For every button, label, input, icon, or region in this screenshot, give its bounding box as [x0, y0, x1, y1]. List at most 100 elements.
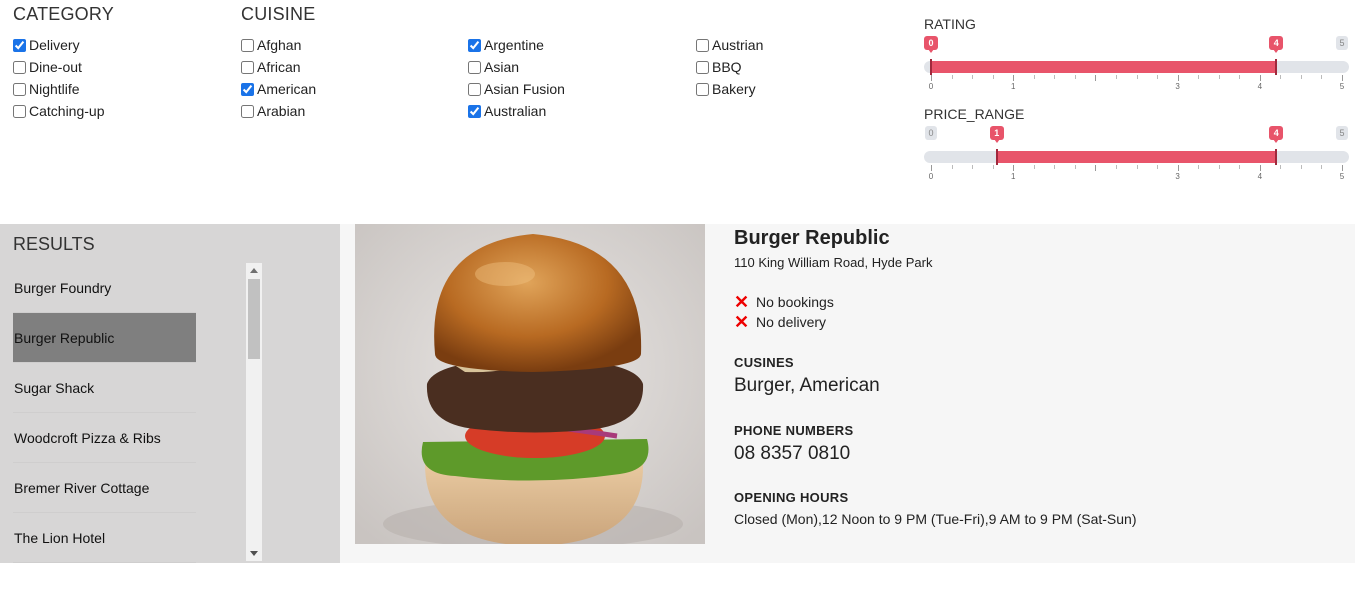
rating-tick [1239, 75, 1241, 79]
checkbox-input-afghan[interactable] [241, 38, 254, 52]
checkbox-input-asian-fusion[interactable] [468, 82, 481, 96]
restaurant-address: 110 King William Road, Hyde Park [734, 255, 933, 270]
price_range-tick [1218, 165, 1220, 169]
result-item-bremer-river-cottage[interactable]: Bremer River Cottage [13, 463, 196, 513]
price-range-slider[interactable]: PRICE_RANGE 0 1 4 5 0 1 3 4 5 [924, 106, 1349, 181]
checkbox-input-dine-out[interactable] [13, 60, 26, 74]
restaurant-name: Burger Republic [734, 227, 890, 249]
price_range-high-handle[interactable] [1275, 149, 1278, 165]
phone-value: 08 8357 0810 [734, 443, 851, 464]
restaurant-photo [355, 224, 705, 544]
checkbox-label: American [257, 81, 317, 97]
rating-tick [951, 75, 953, 79]
price_range-tick [1177, 165, 1179, 171]
scroll-down-arrow-icon[interactable] [250, 551, 258, 556]
result-item-sugar-shack[interactable]: Sugar Shack [13, 363, 196, 413]
checkbox-input-argentine[interactable] [468, 38, 481, 52]
checkbox-catching-up[interactable]: Catching-up [13, 100, 105, 122]
checkbox-input-nightlife[interactable] [13, 82, 26, 96]
checkbox-american[interactable]: American [241, 78, 316, 100]
rating-high-handle[interactable] [1275, 59, 1278, 75]
price_range-tick-label: 3 [1175, 172, 1180, 181]
cuisines-heading: CUSINES [734, 355, 794, 370]
checkbox-australian[interactable]: Australian [468, 100, 546, 122]
scroll-up-arrow-icon[interactable] [250, 268, 258, 273]
checkbox-label: Catching-up [29, 103, 105, 119]
price_range-tick [972, 165, 974, 169]
checkbox-bbq[interactable]: BBQ [696, 56, 742, 78]
rating-tick [1259, 75, 1261, 81]
result-item-woodcroft-pizza-ribs[interactable]: Woodcroft Pizza & Ribs [13, 413, 196, 463]
rating-fill [931, 61, 1277, 73]
checkbox-label: BBQ [712, 59, 742, 75]
rating-tick [1115, 75, 1117, 79]
checkbox-afghan[interactable]: Afghan [241, 34, 301, 56]
result-item-burger-foundry[interactable]: Burger Foundry [13, 263, 196, 313]
checkbox-african[interactable]: African [241, 56, 301, 78]
checkbox-austrian[interactable]: Austrian [696, 34, 763, 56]
scroll-thumb[interactable] [248, 279, 260, 359]
rating-tick-label: 3 [1175, 82, 1180, 91]
results-title: RESULTS [13, 234, 95, 254]
checkbox-asian[interactable]: Asian [468, 56, 519, 78]
result-item-burger-republic[interactable]: Burger Republic [13, 313, 196, 363]
rating-tick [1136, 75, 1138, 79]
price_range-tick [1054, 165, 1056, 169]
price_range-tick [1321, 165, 1323, 169]
no-delivery-flag: ✕ No delivery [734, 313, 826, 331]
rating-tick [931, 75, 932, 81]
rating-low-handle[interactable] [930, 59, 932, 75]
checkbox-input-delivery[interactable] [13, 38, 26, 52]
checkbox-dine-out[interactable]: Dine-out [13, 56, 82, 78]
results-scrollbar[interactable] [246, 263, 262, 561]
price_range-tick-label: 1 [1010, 172, 1016, 181]
rating-tick-label: 4 [1257, 82, 1263, 91]
checkbox-input-australian[interactable] [468, 104, 481, 118]
rating-tick [1198, 75, 1200, 79]
price_range-tick [1033, 165, 1035, 169]
hours-heading: OPENING HOURS [734, 490, 849, 505]
rating-slider[interactable]: RATING 0 4 5 0 1 3 4 5 [924, 16, 1349, 91]
rating-tick [1280, 75, 1282, 79]
price_range-tick [1136, 165, 1138, 169]
checkbox-arabian[interactable]: Arabian [241, 100, 305, 122]
price_range-min-label: 0 [925, 126, 937, 140]
price_range-tick [1013, 165, 1015, 171]
checkbox-label: Nightlife [29, 81, 80, 97]
rating-tick [1342, 75, 1343, 81]
rating-low-value: 0 [924, 36, 938, 53]
rating-tick [1095, 75, 1097, 81]
checkbox-input-american[interactable] [241, 82, 254, 96]
price_range-fill [996, 151, 1277, 163]
checkbox-delivery[interactable]: Delivery [13, 34, 80, 56]
checkbox-input-bakery[interactable] [696, 82, 709, 96]
rating-tick [1074, 75, 1076, 79]
rating-tick [1054, 75, 1056, 79]
checkbox-input-austrian[interactable] [696, 38, 709, 52]
rating-tick-label: 0 [928, 82, 934, 91]
burger-image [355, 224, 705, 544]
results-panel: RESULTS Burger Foundry Burger Republic Sug… [0, 224, 340, 563]
price_range-tick [1342, 165, 1343, 171]
price_range-tick-label: 5 [1339, 172, 1345, 181]
rating-tick [972, 75, 974, 79]
checkbox-input-arabian[interactable] [241, 104, 254, 118]
price_range-low-handle[interactable] [995, 149, 998, 165]
price_range-tick [992, 165, 994, 169]
checkbox-input-bbq[interactable] [696, 60, 709, 74]
checkbox-argentine[interactable]: Argentine [468, 34, 544, 56]
category-title: CATEGORY [13, 4, 114, 24]
checkbox-label: Austrian [712, 37, 764, 53]
result-item-the-lion-hotel[interactable]: The Lion Hotel [13, 513, 196, 563]
checkbox-asian-fusion[interactable]: Asian Fusion [468, 78, 565, 100]
checkbox-input-african[interactable] [241, 60, 254, 74]
checkbox-input-catching-up[interactable] [13, 104, 26, 118]
rating-tick [1321, 75, 1323, 79]
checkbox-bakery[interactable]: Bakery [696, 78, 756, 100]
rating-tick [1177, 75, 1179, 81]
checkbox-input-asian[interactable] [468, 60, 481, 74]
phone-heading: PHONE NUMBERS [734, 423, 854, 438]
checkbox-nightlife[interactable]: Nightlife [13, 78, 80, 100]
no-bookings-flag: ✕ No bookings [734, 293, 834, 311]
rating-tick [1157, 75, 1159, 79]
